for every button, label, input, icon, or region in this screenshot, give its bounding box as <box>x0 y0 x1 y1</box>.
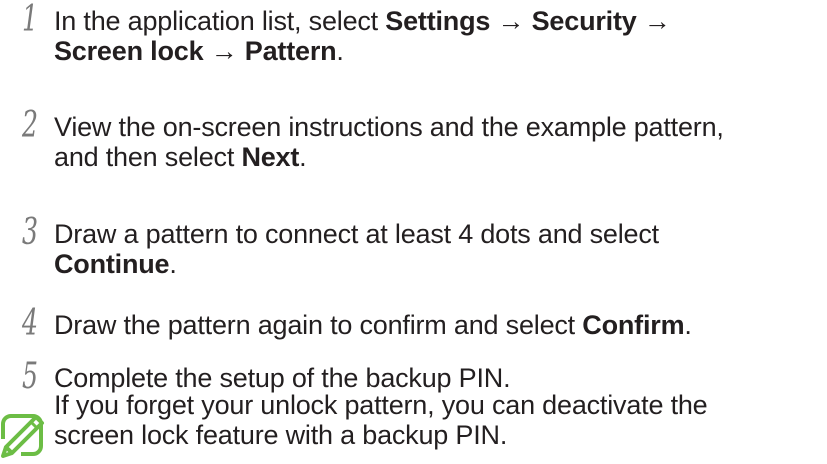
step-text: Draw a pattern to connect at least 4 dot… <box>54 219 819 279</box>
text-run: In the application list, select <box>54 6 386 36</box>
text-run: . <box>169 249 177 279</box>
step-line: Complete the setup of the backup PIN. <box>54 363 511 393</box>
step-number: 2 <box>22 105 39 146</box>
step-text: Draw the pattern again to confirm and se… <box>54 310 819 340</box>
bold-term: Continue <box>54 249 170 279</box>
text-run: and then select <box>54 142 242 172</box>
bold-term: Pattern <box>244 36 337 66</box>
step-text: View the on-screen instructions and the … <box>54 112 819 172</box>
step-number: 3 <box>22 212 39 253</box>
note-text: If you forget your unlock pattern, you c… <box>54 390 819 450</box>
note-line: If you forget your unlock pattern, you c… <box>54 390 708 420</box>
step-text: Complete the setup of the backup PIN. <box>54 363 819 393</box>
note-pencil-icon <box>0 413 46 459</box>
step-number: 5 <box>22 356 39 397</box>
text-run: Draw the pattern again to confirm and se… <box>54 310 583 340</box>
bold-term: Settings <box>385 6 491 36</box>
step-line: and then select Next. <box>54 142 819 172</box>
text-run: . <box>336 36 344 66</box>
bold-term: Next <box>241 142 300 172</box>
step-line: In the application list, select Settings… <box>54 6 819 36</box>
step-line: Draw the pattern again to confirm and se… <box>54 310 819 340</box>
step-text: In the application list, select Settings… <box>54 6 819 66</box>
text-run: . <box>299 142 307 172</box>
step-number: 1 <box>22 0 39 40</box>
bold-term: Confirm <box>582 310 685 340</box>
bold-term: Security <box>531 6 637 36</box>
arrow-separator: → <box>490 6 532 36</box>
note-line: screen lock feature with a backup PIN. <box>54 420 508 450</box>
arrow-separator: → <box>203 36 245 66</box>
text-run: . <box>684 310 692 340</box>
bold-term: Screen lock <box>54 36 204 66</box>
arrow-separator: → <box>636 6 671 36</box>
step-line: Screen lock → Pattern. <box>54 36 819 66</box>
step-line: Draw a pattern to connect at least 4 dot… <box>54 219 659 249</box>
step-number: 4 <box>22 303 39 344</box>
step-line: View the on-screen instructions and the … <box>54 112 724 142</box>
step-line: Continue. <box>54 249 819 279</box>
